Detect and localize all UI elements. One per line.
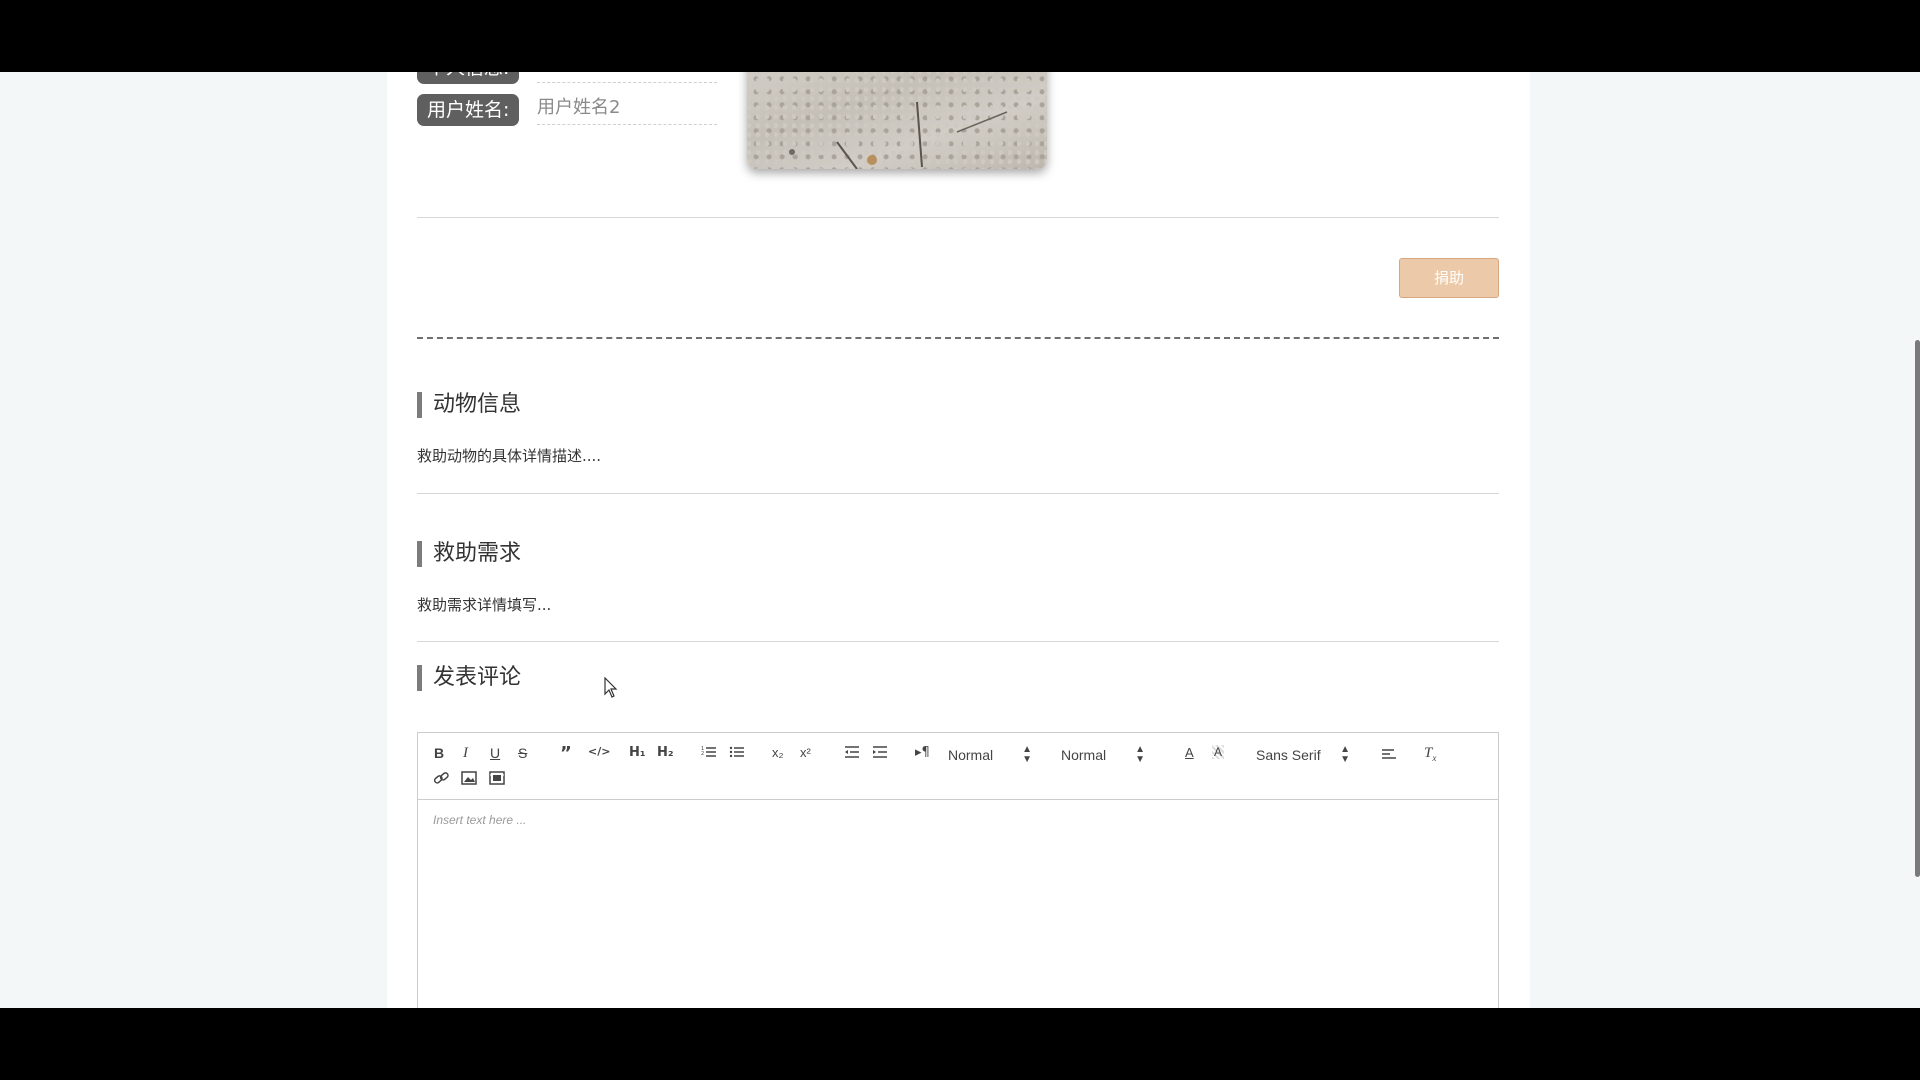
svg-text:2: 2 <box>701 751 704 757</box>
editor-placeholder: Insert text here ... <box>433 813 527 827</box>
underline-icon[interactable]: U <box>490 745 500 761</box>
video-icon[interactable] <box>489 771 505 785</box>
content-panel: 个人信息: 用户姓名: 用户姓名2 捐助 动物信息 救助动物的具体详情描述...… <box>387 72 1530 1008</box>
outdent-icon[interactable] <box>844 745 860 759</box>
subscript-icon[interactable]: x₂ <box>772 745 784 760</box>
rescue-needs-text: 救助需求详情填写... <box>417 596 552 614</box>
background-color-icon[interactable]: A <box>1212 745 1225 759</box>
select-arrows-icon: ▲ ▼ <box>1340 744 1350 765</box>
mouse-cursor-icon <box>604 677 618 698</box>
info-value-partial <box>537 72 717 83</box>
donate-button[interactable]: 捐助 <box>1399 258 1499 298</box>
bold-icon[interactable]: B <box>434 745 444 761</box>
page-viewport: 个人信息: 用户姓名: 用户姓名2 捐助 动物信息 救助动物的具体详情描述...… <box>0 72 1920 1008</box>
image-icon[interactable] <box>461 771 477 785</box>
section-title-rescue-needs: 救助需求 <box>417 541 521 567</box>
username-value: 用户姓名2 <box>537 94 717 125</box>
rtl-icon[interactable]: ▸¶ <box>915 745 930 760</box>
font-color-icon[interactable]: A <box>1185 745 1194 760</box>
code-block-icon[interactable]: </> <box>588 745 610 758</box>
header2-icon[interactable]: H₂ <box>657 745 674 760</box>
comment-editor: B I U S ” </> H₁ H₂ 12 x₂ x² ▸¶ Normal ▲… <box>417 732 1499 1008</box>
header-select[interactable]: Normal ▲ ▼ <box>948 745 1032 765</box>
size-select[interactable]: Normal ▲ ▼ <box>1061 745 1145 765</box>
bullet-list-icon[interactable] <box>729 745 745 759</box>
header1-icon[interactable]: H₁ <box>629 745 646 760</box>
font-select-value: Sans Serif <box>1256 747 1321 763</box>
link-icon[interactable] <box>433 771 449 785</box>
select-arrows-icon: ▲ ▼ <box>1135 744 1145 765</box>
divider <box>417 641 1499 642</box>
align-icon[interactable] <box>1381 747 1397 761</box>
font-select[interactable]: Sans Serif ▲ ▼ <box>1256 745 1350 765</box>
section-title-comment: 发表评论 <box>417 665 521 691</box>
italic-icon[interactable]: I <box>463 745 468 762</box>
editor-toolbar: B I U S ” </> H₁ H₂ 12 x₂ x² ▸¶ Normal ▲… <box>418 733 1498 800</box>
divider <box>417 493 1499 494</box>
username-label: 用户姓名: <box>417 94 520 126</box>
superscript-icon[interactable]: x² <box>800 745 811 760</box>
indent-icon[interactable] <box>872 745 888 759</box>
ordered-list-icon[interactable]: 12 <box>701 745 717 759</box>
divider <box>417 217 1499 218</box>
info-label-partial: 个人信息: <box>417 72 520 84</box>
clean-format-icon[interactable]: Tx <box>1424 745 1436 763</box>
strike-icon[interactable]: S <box>518 745 527 761</box>
section-title-animal-info: 动物信息 <box>417 392 521 418</box>
animal-photo <box>747 72 1047 169</box>
dashed-divider <box>417 337 1499 339</box>
select-arrows-icon: ▲ ▼ <box>1022 744 1032 765</box>
animal-info-text: 救助动物的具体详情描述.... <box>417 447 602 465</box>
scrollbar[interactable] <box>1915 340 1920 877</box>
size-select-value: Normal <box>1061 747 1107 763</box>
blockquote-icon[interactable]: ” <box>560 743 572 764</box>
header-select-value: Normal <box>948 747 994 763</box>
editor-body[interactable]: Insert text here ... <box>433 813 526 827</box>
